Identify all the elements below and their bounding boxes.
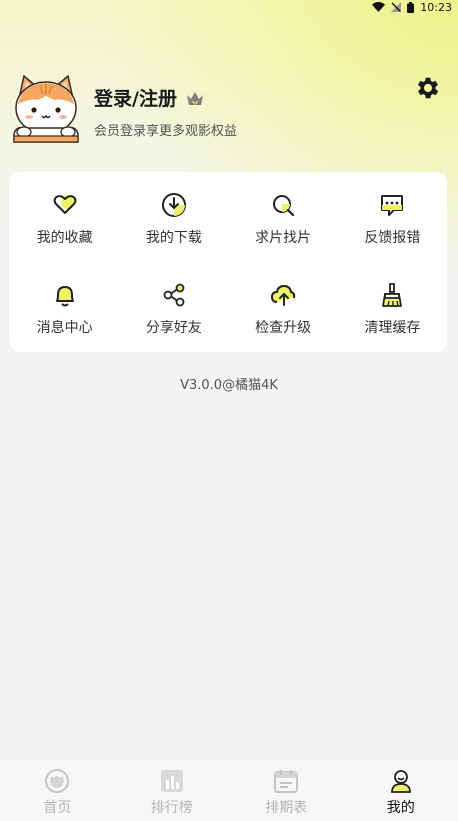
wifi-icon	[372, 2, 385, 12]
bottom-nav: 首页 排行榜 排期表 我的	[0, 758, 458, 821]
login-subtitle: 会员登录享更多观影权益	[94, 120, 237, 139]
menu-item-share[interactable]: 分享好友	[119, 262, 228, 352]
crown-icon	[185, 89, 205, 107]
menu-item-check-update[interactable]: 检查升级	[229, 262, 338, 352]
menu-item-messages[interactable]: 消息中心	[10, 262, 119, 352]
status-time: 10:23	[420, 1, 452, 14]
menu-item-label: 我的下载	[146, 227, 202, 247]
heart-icon	[50, 190, 80, 220]
nav-label: 排期表	[265, 797, 307, 817]
menu-item-feedback[interactable]: 反馈报错	[338, 172, 447, 262]
menu-item-label: 反馈报错	[364, 227, 420, 247]
menu-item-label: 分享好友	[146, 317, 202, 337]
menu-item-label: 求片找片	[255, 227, 311, 247]
upload-cloud-icon	[268, 280, 298, 310]
nav-tab-home[interactable]: 首页	[0, 759, 115, 821]
login-register-link[interactable]: 登录/注册	[94, 84, 205, 111]
settings-button[interactable]	[414, 74, 442, 102]
menu-item-favorites[interactable]: 我的收藏	[10, 172, 119, 262]
menu-item-request-film[interactable]: 求片找片	[229, 172, 338, 262]
home-icon	[43, 767, 71, 795]
nav-tab-schedule[interactable]: 排期表	[229, 759, 344, 821]
gear-icon	[414, 74, 442, 102]
search-film-icon	[268, 190, 298, 220]
menu-item-downloads[interactable]: 我的下载	[119, 172, 228, 262]
menu-item-label: 消息中心	[37, 317, 93, 337]
battery-icon	[407, 2, 414, 13]
broom-icon	[377, 280, 407, 310]
profile-icon	[387, 767, 415, 795]
nav-label: 排行榜	[151, 797, 193, 817]
menu-item-clear-cache[interactable]: 清理缓存	[338, 262, 447, 352]
nav-tab-ranking[interactable]: 排行榜	[115, 759, 230, 821]
avatar[interactable]	[10, 72, 82, 144]
function-grid: 我的收藏 我的下载 求片找片	[10, 172, 447, 352]
menu-item-label: 检查升级	[255, 317, 311, 337]
nav-label: 首页	[43, 797, 71, 817]
feedback-icon	[377, 190, 407, 220]
no-signal-icon	[391, 2, 401, 12]
menu-item-label: 清理缓存	[364, 317, 420, 337]
ranking-icon	[158, 767, 186, 795]
nav-tab-mine[interactable]: 我的	[344, 759, 458, 821]
nav-label: 我的	[387, 797, 415, 817]
login-title: 登录/注册	[94, 84, 177, 111]
menu-item-label: 我的收藏	[37, 227, 93, 247]
share-icon	[159, 280, 189, 310]
calendar-icon	[272, 767, 300, 795]
bell-icon	[50, 280, 80, 310]
version-text: V3.0.0@橘猫4K	[0, 374, 458, 393]
download-icon	[159, 190, 189, 220]
status-bar: 10:23	[0, 0, 458, 14]
